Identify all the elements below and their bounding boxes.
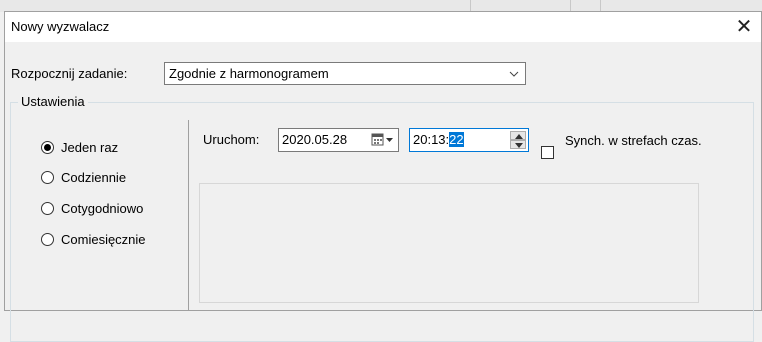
background-column — [470, 0, 571, 11]
radio-daily-label: Codziennie — [61, 169, 127, 185]
settings-legend: Ustawienia — [18, 94, 88, 109]
background-column — [570, 0, 601, 11]
calendar-icon[interactable] — [371, 133, 395, 147]
start-task-combobox[interactable]: Zgodnie z harmonogramem — [164, 62, 526, 85]
close-button[interactable]: ✕ — [727, 12, 761, 42]
dialog-title: Nowy wyzwalacz — [11, 19, 110, 34]
radio-once-label: Jeden raz — [61, 139, 119, 155]
date-picker[interactable]: 2020.05.28 — [278, 128, 399, 152]
radio-daily[interactable]: Codziennie — [41, 168, 126, 186]
spin-down-button[interactable] — [510, 140, 526, 149]
schedule-details-panel — [199, 183, 699, 303]
radio-indicator — [41, 232, 54, 246]
radio-once[interactable]: Jeden raz — [41, 138, 118, 156]
title-bar: Nowy wyzwalacz ✕ — [5, 12, 761, 42]
radio-weekly[interactable]: Cotygodniowo — [41, 199, 143, 217]
start-task-value: Zgodnie z harmonogramem — [169, 66, 329, 81]
time-picker[interactable]: 20:13:22 — [409, 128, 529, 152]
radio-monthly[interactable]: Comiesięcznie — [41, 230, 146, 248]
spin-up-button[interactable] — [510, 131, 526, 140]
background-column — [0, 0, 471, 11]
radio-indicator — [41, 201, 54, 215]
date-value: 2020.05.28 — [282, 132, 348, 147]
chevron-down-icon — [509, 71, 519, 77]
spin-down-icon — [515, 143, 523, 148]
time-prefix: 20:13: — [413, 132, 450, 147]
radio-weekly-label: Cotygodniowo — [61, 200, 144, 216]
time-spinner — [510, 131, 526, 149]
time-selected-seconds: 22 — [449, 132, 464, 147]
radio-monthly-label: Comiesięcznie — [61, 231, 146, 247]
time-value: 20:13:22 — [413, 132, 464, 147]
run-label: Uruchom: — [203, 132, 260, 147]
spin-up-icon — [515, 134, 523, 139]
sync-timezones-label: Synch. w strefach czas. — [565, 133, 702, 148]
sync-timezones-checkbox[interactable] — [541, 146, 554, 159]
vertical-divider — [188, 120, 189, 310]
close-icon: ✕ — [735, 16, 753, 38]
start-task-label: Rozpocznij zadanie: — [11, 66, 128, 81]
radio-indicator — [41, 140, 54, 154]
radio-indicator — [41, 170, 54, 184]
